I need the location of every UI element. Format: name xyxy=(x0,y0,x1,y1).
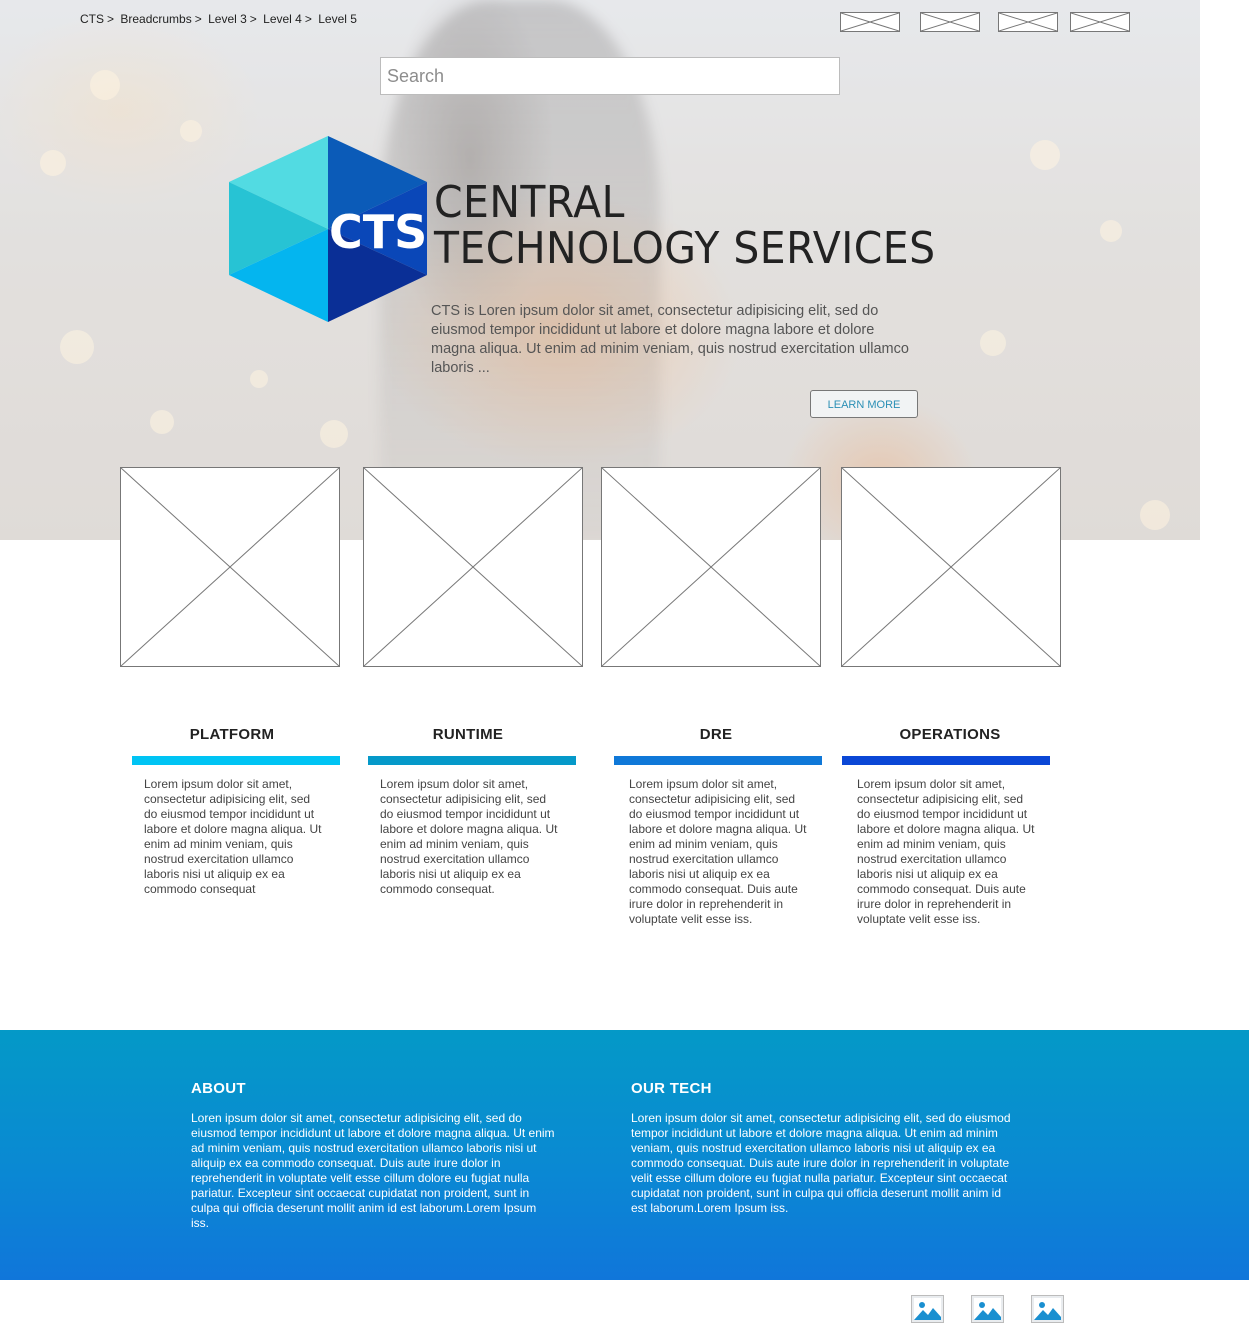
brand-line-2: TECHNOLOGY SERVICES xyxy=(434,223,936,274)
learn-more-button[interactable]: LEARN MORE xyxy=(810,390,918,418)
brand-line-1: CENTRAL xyxy=(434,177,625,228)
breadcrumb-separator: > xyxy=(194,12,202,26)
search-input[interactable] xyxy=(380,57,840,95)
image-placeholder-icon[interactable] xyxy=(1070,12,1130,32)
image-placeholder[interactable] xyxy=(841,467,1061,667)
breadcrumb: CTS > Breadcrumbs > Level 3 > Level 4 > Leve… xyxy=(80,12,360,26)
breadcrumb-item[interactable]: Level 5 xyxy=(318,12,357,26)
footer-our-tech-text: Loren ipsum dolor sit amet, consectetur … xyxy=(631,1111,1011,1215)
column-title-operations: OPERATIONS xyxy=(899,726,1001,743)
logo-badge-text: CTS xyxy=(329,205,427,259)
column-text-runtime: Lorem ipsum dolor sit amet, consectetur … xyxy=(380,777,558,896)
image-icon[interactable] xyxy=(1031,1295,1064,1323)
brand-title: CENTRAL TECHNOLOGY SERVICES xyxy=(434,180,973,272)
column-title-runtime: RUNTIME xyxy=(432,726,504,743)
column-text-dre: Lorem ipsum dolor sit amet, consectetur … xyxy=(629,777,807,926)
footer-our-tech-title: OUR TECH xyxy=(631,1080,712,1097)
breadcrumb-item[interactable]: CTS xyxy=(80,12,104,26)
breadcrumb-separator: > xyxy=(304,12,312,26)
image-placeholder-icon[interactable] xyxy=(840,12,900,32)
column-text-operations: Lorem ipsum dolor sit amet, consectetur … xyxy=(857,777,1035,926)
column-accent-bar xyxy=(132,756,340,765)
column-accent-bar xyxy=(842,756,1050,765)
breadcrumb-separator: > xyxy=(249,12,257,26)
column-title-dre: DRE xyxy=(699,726,733,743)
image-placeholder[interactable] xyxy=(363,467,583,667)
column-title-platform: PLATFORM xyxy=(189,726,275,743)
footer-about-text: Loren ipsum dolor sit amet, consectetur … xyxy=(191,1111,555,1230)
column-text-platform: Lorem ipsum dolor sit amet, consectetur … xyxy=(144,777,322,896)
breadcrumb-separator: > xyxy=(107,12,115,26)
image-placeholder[interactable] xyxy=(120,467,340,667)
breadcrumb-item[interactable]: Breadcrumbs xyxy=(120,12,191,26)
image-placeholder[interactable] xyxy=(601,467,821,667)
column-accent-bar xyxy=(614,756,822,765)
image-placeholder-icon[interactable] xyxy=(998,12,1058,32)
image-icon[interactable] xyxy=(911,1295,944,1323)
column-accent-bar xyxy=(368,756,576,765)
breadcrumb-item[interactable]: Level 3 xyxy=(208,12,247,26)
image-icon[interactable] xyxy=(971,1295,1004,1323)
cts-logo: CTS xyxy=(229,136,427,322)
breadcrumb-item[interactable]: Level 4 xyxy=(263,12,302,26)
hero-description: CTS is Loren ipsum dolor sit amet, conse… xyxy=(431,303,909,376)
footer-band xyxy=(0,1030,1249,1280)
footer-about-title: ABOUT xyxy=(191,1080,246,1097)
image-placeholder-icon[interactable] xyxy=(920,12,980,32)
